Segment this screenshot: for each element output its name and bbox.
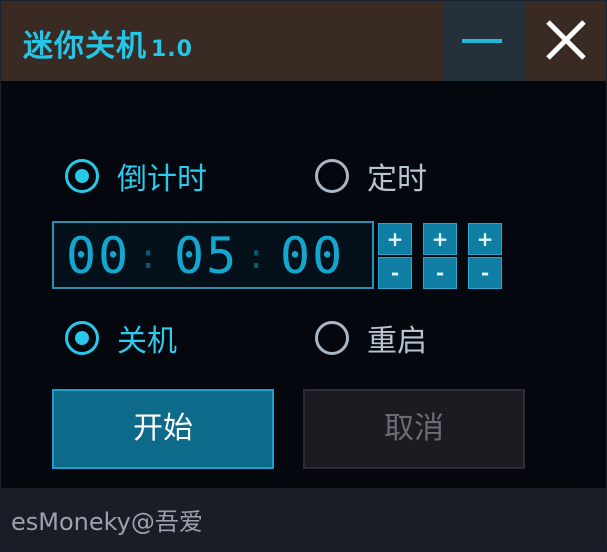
app-version: 1.0 — [151, 37, 193, 62]
seconds-increment-button[interactable]: + — [468, 223, 502, 255]
minimize-button[interactable] — [444, 1, 525, 81]
radio-circle — [65, 321, 99, 355]
app-title: 迷你关机 1.0 — [23, 21, 193, 65]
radio-restart[interactable]: 重启 — [315, 316, 427, 360]
close-button[interactable] — [525, 1, 606, 81]
radio-shutdown-label: 关机 — [117, 324, 177, 359]
minimize-icon — [462, 39, 502, 43]
minutes-value: 05 — [174, 227, 239, 285]
radio-circle — [315, 159, 349, 193]
radio-scheduled[interactable]: 定时 — [315, 154, 427, 198]
hours-value: 00 — [66, 227, 131, 285]
footer-credit: esMoneky@吾爱 — [11, 508, 203, 536]
radio-circle — [65, 159, 99, 193]
start-button[interactable]: 开始 — [52, 389, 274, 469]
time-display[interactable]: 00 : 05 : 00 — [52, 221, 374, 289]
radio-countdown[interactable]: 倒计时 — [65, 154, 207, 198]
title-bar: 迷你关机 1.0 — [1, 1, 606, 81]
radio-countdown-label: 倒计时 — [117, 162, 207, 197]
time-separator: : — [246, 237, 267, 277]
cancel-button[interactable]: 取消 — [303, 389, 525, 469]
seconds-value: 00 — [280, 227, 345, 285]
app-window: 迷你关机1.0 倒计时 定时 00 : 05 : 00 + - + - + - — [0, 0, 607, 552]
radio-scheduled-label: 定时 — [367, 162, 427, 197]
radio-restart-label: 重启 — [367, 324, 427, 359]
hours-increment-button[interactable]: + — [378, 223, 412, 255]
close-icon — [546, 20, 586, 60]
seconds-decrement-button[interactable]: - — [468, 257, 502, 289]
minutes-increment-button[interactable]: + — [423, 223, 457, 255]
radio-circle — [315, 321, 349, 355]
app-title-text: 迷你关机 — [23, 29, 147, 64]
hours-decrement-button[interactable]: - — [378, 257, 412, 289]
minutes-decrement-button[interactable]: - — [423, 257, 457, 289]
radio-shutdown[interactable]: 关机 — [65, 316, 177, 360]
footer-bar: esMoneky@吾爱 — [1, 488, 606, 551]
time-separator: : — [138, 237, 159, 277]
